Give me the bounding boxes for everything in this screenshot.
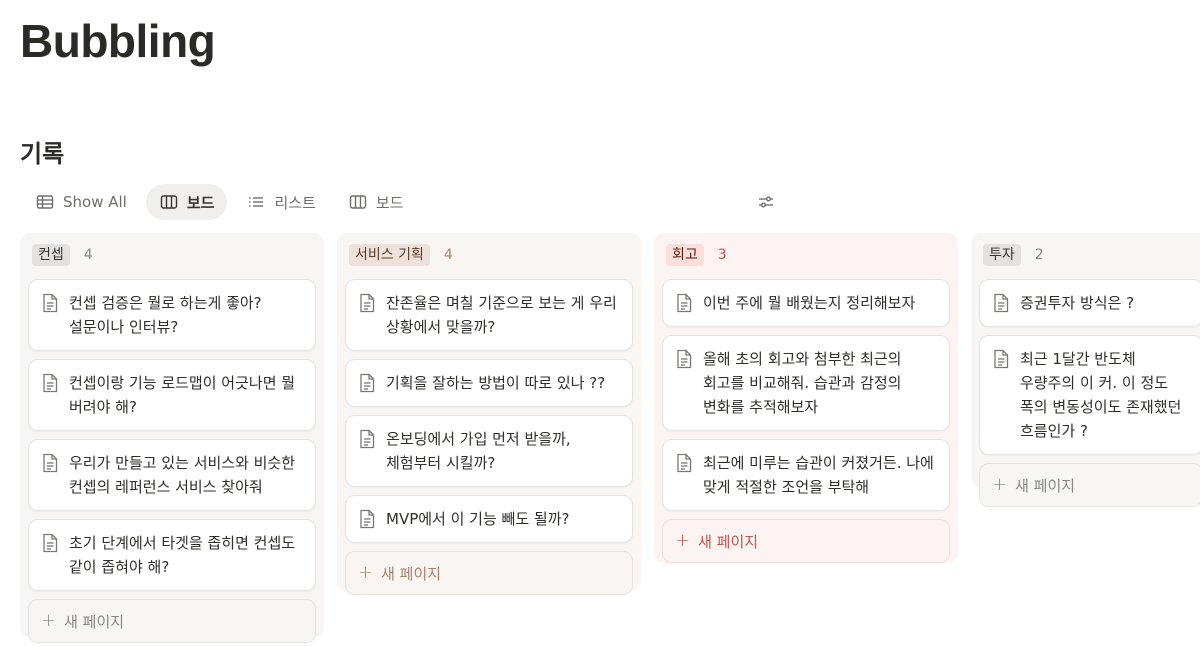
tab-show-all[interactable]: Show All: [22, 184, 140, 220]
card-title: 초기 단계에서 타겟을 좁히면 컨셉도 같이 좁혀야 해?: [69, 534, 296, 576]
column-count: 3: [717, 247, 727, 263]
tab-board-2[interactable]: 보드: [335, 184, 417, 220]
plus-icon: +: [358, 562, 374, 583]
plus-icon: +: [41, 610, 57, 631]
plus-icon: +: [992, 474, 1008, 495]
column-header: 컨셉 4: [28, 241, 316, 269]
column-tag[interactable]: 서비스 기획: [349, 244, 430, 266]
card-title: 우리가 만들고 있는 서비스와 비슷한 컨셉의 레퍼런스 서비스 찾아줘: [69, 454, 296, 496]
column-header: 투자 2: [979, 241, 1200, 269]
table-icon: [36, 195, 54, 209]
page: Bubbling 기록 Show All 보드 리스트 보드 컨셉 4 컨셉 검…: [0, 0, 1200, 647]
tab-label: 보드: [375, 193, 404, 212]
board-card[interactable]: 이번 주에 뭘 배웠는지 정리해보자: [662, 279, 950, 327]
new-page-button[interactable]: + 새 페이지: [28, 599, 316, 643]
document-icon: [360, 373, 375, 393]
card-title: MVP에서 이 기능 빼도 될까?: [386, 510, 570, 528]
board-card[interactable]: 우리가 만들고 있는 서비스와 비슷한 컨셉의 레퍼런스 서비스 찾아줘: [28, 439, 316, 511]
document-icon: [677, 293, 692, 313]
new-page-button[interactable]: + 새 페이지: [345, 551, 633, 595]
board-card[interactable]: 컨셉이랑 기능 로드맵이 어긋나면 뭘 버려야 해?: [28, 359, 316, 431]
card-title: 증권투자 방식은 ?: [1020, 294, 1135, 312]
card-title: 최근 1달간 반도체 우량주의 이 커. 이 정도 폭의 변동성이도 존재했던 …: [1020, 350, 1182, 440]
column-count: 4: [83, 247, 93, 263]
document-icon: [677, 453, 692, 473]
column-header: 서비스 기획 4: [345, 241, 633, 269]
card-title: 잔존율은 며칠 기준으로 보는 게 우리 상황에서 맞을까?: [386, 294, 617, 336]
board-icon: [349, 195, 367, 209]
sliders-icon: [759, 196, 773, 208]
board-column-concept: 컨셉 4 컨셉 검증은 뭘로 하는게 좋아? 설문이나 인터뷰? 컨셉이랑 기능…: [20, 233, 324, 643]
tab-board-active[interactable]: 보드: [145, 184, 228, 220]
board-icon: [160, 195, 178, 209]
document-icon: [994, 293, 1009, 313]
document-icon: [360, 293, 375, 313]
kanban-board: 컨셉 4 컨셉 검증은 뭘로 하는게 좋아? 설문이나 인터뷰? 컨셉이랑 기능…: [20, 233, 1200, 647]
new-page-label: 새 페이지: [64, 612, 125, 631]
board-card[interactable]: 온보딩에서 가입 먼저 받을까, 체험부터 시킬까?: [345, 415, 633, 487]
document-icon: [43, 453, 58, 473]
new-page-label: 새 페이지: [698, 532, 759, 551]
board-card[interactable]: 기획을 잘하는 방법이 따로 있나 ??: [345, 359, 633, 407]
card-title: 올해 초의 회고와 첨부한 최근의 회고를 비교해줘. 습관과 감정의 변화를 …: [703, 350, 902, 416]
document-icon: [43, 533, 58, 553]
new-page-button[interactable]: + 새 페이지: [662, 519, 950, 563]
board-card[interactable]: 컨셉 검증은 뭘로 하는게 좋아? 설문이나 인터뷰?: [28, 279, 316, 351]
board-column-retrospective: 회고 3 이번 주에 뭘 배웠는지 정리해보자 올해 초의 회고와 첨부한 최근…: [654, 233, 958, 563]
list-icon: [249, 197, 264, 207]
board-card[interactable]: 최근에 미루는 습관이 커졌거든. 나에 맞게 적절한 조언을 부탁해: [662, 439, 950, 511]
database-title[interactable]: 기록: [20, 134, 64, 169]
new-page-button[interactable]: + 새 페이지: [979, 463, 1200, 507]
document-icon: [43, 293, 58, 313]
board-card[interactable]: 잔존율은 며칠 기준으로 보는 게 우리 상황에서 맞을까?: [345, 279, 633, 351]
tab-label: 리스트: [274, 193, 316, 212]
card-title: 컨셉 검증은 뭘로 하는게 좋아? 설문이나 인터뷰?: [69, 294, 262, 336]
column-tag[interactable]: 회고: [666, 244, 704, 266]
tab-label: Show All: [63, 193, 127, 211]
document-icon: [994, 349, 1009, 369]
board-column-investment: 투자 2 증권투자 방식은 ? 최근 1달간 반도체 우량주의 이 커. 이 정…: [971, 233, 1200, 507]
tab-label: 보드: [186, 193, 215, 212]
column-tag[interactable]: 투자: [983, 244, 1021, 266]
board-card[interactable]: MVP에서 이 기능 빼도 될까?: [345, 495, 633, 543]
plus-icon: +: [675, 530, 691, 551]
column-count: 4: [443, 247, 453, 263]
card-title: 기획을 잘하는 방법이 따로 있나 ??: [386, 374, 606, 392]
new-page-label: 새 페이지: [1015, 476, 1076, 495]
board-card[interactable]: 최근 1달간 반도체 우량주의 이 커. 이 정도 폭의 변동성이도 존재했던 …: [979, 335, 1200, 455]
new-page-label: 새 페이지: [381, 564, 442, 583]
page-title: Bubbling: [20, 15, 216, 67]
document-icon: [43, 373, 58, 393]
document-icon: [360, 429, 375, 449]
board-card[interactable]: 올해 초의 회고와 첨부한 최근의 회고를 비교해줘. 습관과 감정의 변화를 …: [662, 335, 950, 431]
card-title: 온보딩에서 가입 먼저 받을까, 체험부터 시킬까?: [386, 430, 571, 472]
card-title: 최근에 미루는 습관이 커졌거든. 나에 맞게 적절한 조언을 부탁해: [703, 454, 934, 496]
column-tag[interactable]: 컨셉: [32, 244, 70, 266]
board-card[interactable]: 증권투자 방식은 ?: [979, 279, 1200, 327]
tab-list[interactable]: 리스트: [233, 184, 328, 220]
column-header: 회고 3: [662, 241, 950, 269]
filter-settings-button[interactable]: [752, 190, 780, 214]
board-card[interactable]: 초기 단계에서 타겟을 좁히면 컨셉도 같이 좁혀야 해?: [28, 519, 316, 591]
card-title: 이번 주에 뭘 배웠는지 정리해보자: [703, 294, 916, 312]
column-count: 2: [1034, 247, 1044, 263]
board-column-service-planning: 서비스 기획 4 잔존율은 며칠 기준으로 보는 게 우리 상황에서 맞을까? …: [337, 233, 641, 595]
view-tabs: Show All 보드 리스트 보드: [22, 184, 416, 220]
document-icon: [677, 349, 692, 369]
document-icon: [360, 509, 375, 529]
card-title: 컨셉이랑 기능 로드맵이 어긋나면 뭘 버려야 해?: [69, 374, 296, 416]
